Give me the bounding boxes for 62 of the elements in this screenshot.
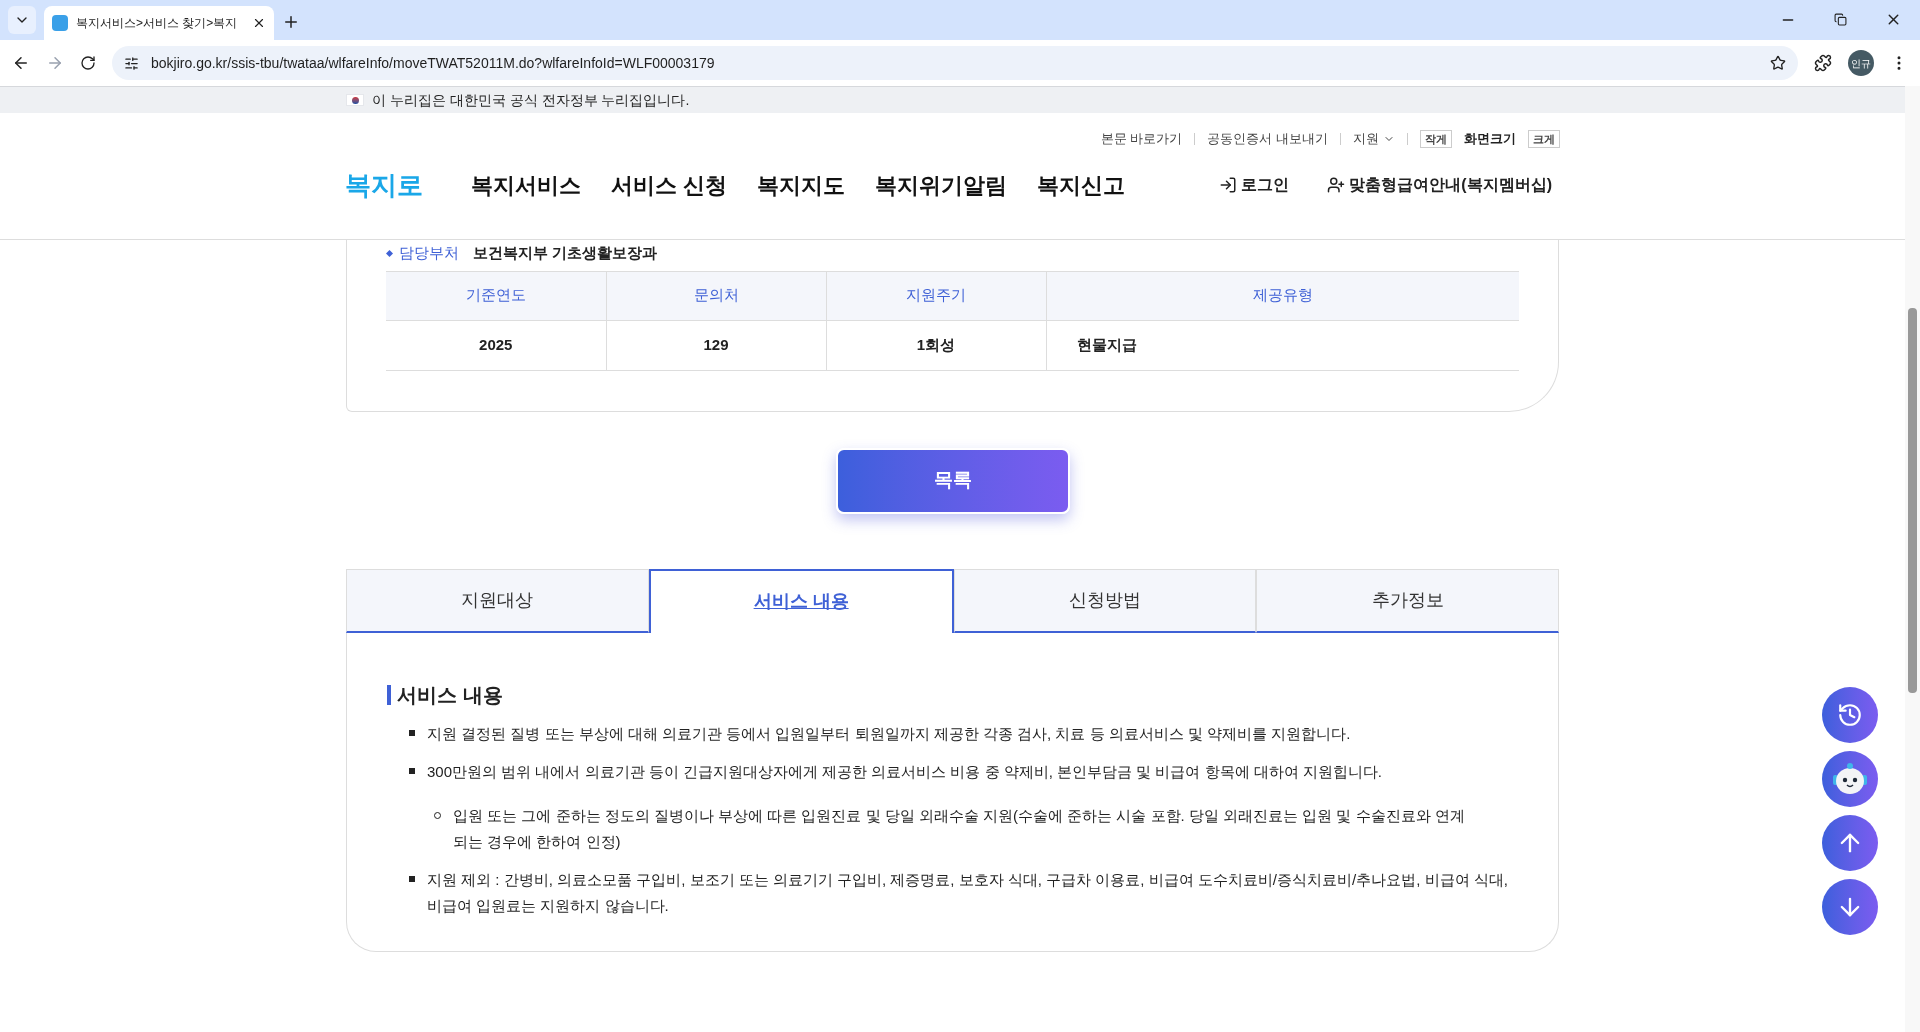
content-tab[interactable]: 지원대상 — [346, 568, 649, 633]
utility-link[interactable]: 공동인증서 내보내기 — [1207, 129, 1328, 149]
extensions-icon[interactable] — [1814, 54, 1832, 72]
nav-link[interactable]: 복지신고 — [1037, 168, 1126, 202]
square-bullet-icon — [409, 767, 415, 774]
diamond-bullet-icon — [386, 249, 393, 257]
scroll-bottom-button[interactable] — [1822, 879, 1878, 935]
new-tab-icon[interactable] — [282, 13, 300, 31]
login-icon — [1219, 176, 1238, 194]
table-cell: 2025 — [386, 320, 606, 370]
reload-icon[interactable] — [80, 55, 96, 71]
column-header: 지원주기 — [826, 271, 1046, 320]
nav-link[interactable]: 복지위기알림 — [875, 168, 1008, 202]
department-value: 보건복지부 기초생활보장과 — [473, 243, 658, 263]
list-item-text: 300만원의 범위 내에서 의료기관 등이 긴급지원대상자에게 제공한 의료서비스 비용 중 약제비, 본인부담금 및 비급여 항목에 대하여 지원힙니다. — [427, 761, 1383, 782]
site-info-icon[interactable] — [124, 55, 139, 71]
nav-link[interactable]: 복지지도 — [757, 168, 846, 202]
bookmark-star-icon[interactable] — [1770, 55, 1786, 71]
content-tab[interactable]: 추가정보 — [1256, 568, 1559, 633]
address-bar[interactable]: bokjiro.go.kr/ssis-tbu/twataa/wlfareInfo/moveTWAT52011M.do?wlfareInfoId=WLF00003179 — [112, 46, 1798, 80]
robot-icon — [1830, 761, 1870, 797]
column-header: 문의처 — [606, 271, 826, 320]
back-icon[interactable] — [12, 54, 30, 72]
list-button[interactable]: 목록 — [835, 447, 1070, 514]
table-cell: 1회성 — [826, 320, 1046, 370]
column-header: 기준연도 — [386, 271, 606, 320]
scrollbar[interactable] — [1905, 86, 1920, 1032]
column-header: 제공유형 — [1046, 271, 1519, 320]
login-link[interactable]: 로그인 — [1219, 173, 1290, 197]
table-cell: 129 — [606, 320, 826, 370]
close-icon[interactable] — [252, 16, 266, 30]
chatbot-button[interactable] — [1822, 751, 1878, 807]
user-plus-icon — [1327, 176, 1346, 194]
site-favicon-icon — [52, 15, 68, 31]
list-item-text: 지원 결정된 질병 또는 부상에 대해 의료기관 등에서 입원일부터 퇴원일까지 제공한 각종 검사, 치료 등 의료서비스 및 약제비를 지원합니다. — [427, 723, 1351, 744]
flag-icon — [346, 94, 364, 106]
profile-avatar[interactable]: 인규 — [1848, 50, 1874, 76]
font-larger-button[interactable]: 크게 — [1528, 129, 1560, 148]
content-tab[interactable]: 신청방법 — [953, 568, 1257, 633]
font-size-label: 화면크기 — [1464, 130, 1516, 148]
nav-link[interactable]: 서비스 신청 — [611, 168, 728, 202]
square-bullet-icon — [409, 729, 415, 736]
history-button[interactable] — [1822, 687, 1878, 743]
content-tab[interactable]: 서비스 내용 — [648, 568, 954, 633]
table-cell: 현물지급 — [1046, 320, 1519, 370]
nav-link[interactable]: 복지서비스 — [471, 168, 581, 202]
utility-link[interactable]: 본문 바로가기 — [1100, 129, 1183, 149]
font-smaller-button[interactable]: 작게 — [1420, 129, 1452, 148]
restore-icon[interactable] — [1834, 13, 1847, 26]
tab-list-button[interactable] — [8, 6, 36, 34]
scroll-top-button[interactable] — [1822, 815, 1878, 871]
square-bullet-icon — [409, 875, 415, 882]
section-title: 서비스 내용 — [387, 684, 1518, 705]
membership-link[interactable]: 맞춤형급여안내(복지멤버십) — [1327, 173, 1552, 197]
language-dropdown[interactable]: 지원 — [1353, 129, 1395, 149]
department-label: 담당부처 — [399, 243, 459, 263]
history-icon — [1837, 702, 1863, 728]
sub-item-text: 입원 또는 그에 준하는 정도의 질병이나 부상에 따른 입원진료 및 당일 외래수술 지원(수술에 준하는 시술 포함. 당일 외래진료는 입원 및 수술진료와 연계되는 경우에 한하여 인정) — [453, 805, 1466, 852]
forward-icon[interactable] — [46, 54, 64, 72]
browser-tab[interactable]: 복지서비스>서비스 찾기>복지 — [44, 6, 274, 40]
banner-text: 이 누리집은 대한민국 공식 전자정부 누리집입니다. — [372, 90, 690, 110]
list-item-text: 지원 제외 : 간병비, 의료소모품 구입비, 보조기 또는 의료기기 구입비, 제증명료, 보호자 식대, 구급차 이용료, 비급여 도수치료비/증식치료비/추나요법, 비급여 식대, 비급여 입원료는 지원하지 않습니다. — [427, 869, 1509, 916]
